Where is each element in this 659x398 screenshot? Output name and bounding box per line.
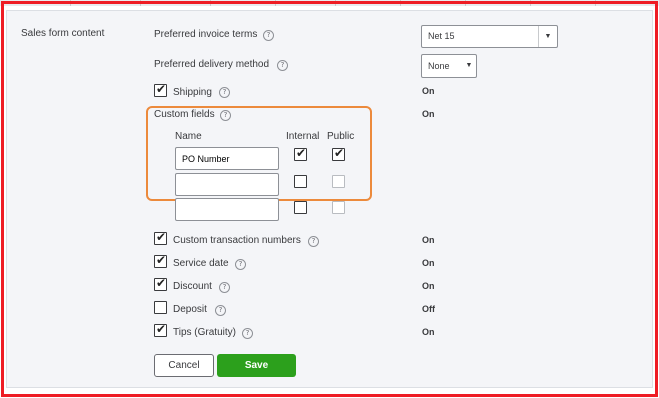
divider xyxy=(400,0,401,6)
custom-field-name-input[interactable] xyxy=(175,147,279,170)
shipping-checkbox[interactable]: ✔ xyxy=(154,82,167,97)
help-icon[interactable]: ? xyxy=(242,328,253,339)
deposit-checkbox[interactable] xyxy=(154,301,167,314)
internal-checkbox[interactable]: ✔ xyxy=(294,146,307,161)
check-icon: ✔ xyxy=(156,253,167,267)
check-icon: ✔ xyxy=(296,146,307,160)
top-strip xyxy=(0,0,659,6)
divider xyxy=(595,0,596,6)
divider xyxy=(530,0,531,6)
custom-txn-numbers-checkbox[interactable]: ✔ xyxy=(154,230,167,245)
tips-status: On xyxy=(422,327,435,337)
custom-txn-numbers-label: Custom transaction numbers xyxy=(173,235,301,246)
check-icon: ✔ xyxy=(156,230,167,244)
chevron-down-icon[interactable]: ▼ xyxy=(462,55,476,77)
check-icon: ✔ xyxy=(156,322,167,336)
column-header-name: Name xyxy=(175,131,202,142)
internal-checkbox[interactable] xyxy=(294,201,307,214)
help-icon[interactable]: ? xyxy=(220,110,231,121)
divider xyxy=(465,0,466,6)
shipping-label: Shipping xyxy=(173,87,212,98)
custom-fields-status: On xyxy=(422,109,435,119)
custom-txn-numbers-status: On xyxy=(422,235,435,245)
check-icon: ✔ xyxy=(156,276,167,290)
help-icon[interactable]: ? xyxy=(215,305,226,316)
help-icon[interactable]: ? xyxy=(235,259,246,270)
delivery-method-select[interactable]: None ▼ xyxy=(421,54,477,78)
invoice-terms-select[interactable]: Net 15 ▼ xyxy=(421,25,558,48)
public-checkbox[interactable]: ✔ xyxy=(332,146,345,161)
discount-status: On xyxy=(422,281,435,291)
discount-checkbox[interactable]: ✔ xyxy=(154,276,167,291)
help-icon[interactable]: ? xyxy=(308,236,319,247)
custom-field-name-input[interactable] xyxy=(175,173,279,196)
divider xyxy=(210,0,211,6)
service-date-label: Service date xyxy=(173,258,229,269)
divider xyxy=(275,0,276,6)
check-icon: ✔ xyxy=(334,146,345,160)
help-icon[interactable]: ? xyxy=(219,282,230,293)
tips-label: Tips (Gratuity) xyxy=(173,327,236,338)
check-icon: ✔ xyxy=(156,82,167,96)
help-icon[interactable]: ? xyxy=(277,60,288,71)
service-date-checkbox[interactable]: ✔ xyxy=(154,253,167,268)
deposit-status: Off xyxy=(422,304,435,314)
public-checkbox[interactable] xyxy=(332,201,345,214)
discount-label: Discount xyxy=(173,281,212,292)
public-checkbox[interactable] xyxy=(332,175,345,188)
delivery-method-value: None xyxy=(428,61,450,71)
service-date-status: On xyxy=(422,258,435,268)
tips-checkbox[interactable]: ✔ xyxy=(154,322,167,337)
delivery-method-label: Preferred delivery method xyxy=(154,59,270,70)
invoice-terms-label: Preferred invoice terms xyxy=(154,29,258,40)
divider xyxy=(140,0,141,6)
column-header-public: Public xyxy=(327,131,355,142)
save-button[interactable]: Save xyxy=(217,354,296,377)
chevron-down-icon[interactable]: ▼ xyxy=(538,26,557,47)
custom-fields-label: Custom fields xyxy=(154,109,215,120)
divider xyxy=(335,0,336,6)
shipping-status: On xyxy=(422,86,435,96)
help-icon[interactable]: ? xyxy=(219,87,230,98)
divider xyxy=(70,0,71,6)
column-header-internal: Internal xyxy=(286,131,320,142)
cancel-button[interactable]: Cancel xyxy=(154,354,214,377)
invoice-terms-value: Net 15 xyxy=(428,31,455,41)
custom-field-name-input[interactable] xyxy=(175,198,279,221)
help-icon[interactable]: ? xyxy=(263,30,274,41)
internal-checkbox[interactable] xyxy=(294,175,307,188)
section-label: Sales form content xyxy=(21,28,105,39)
deposit-label: Deposit xyxy=(173,304,207,315)
